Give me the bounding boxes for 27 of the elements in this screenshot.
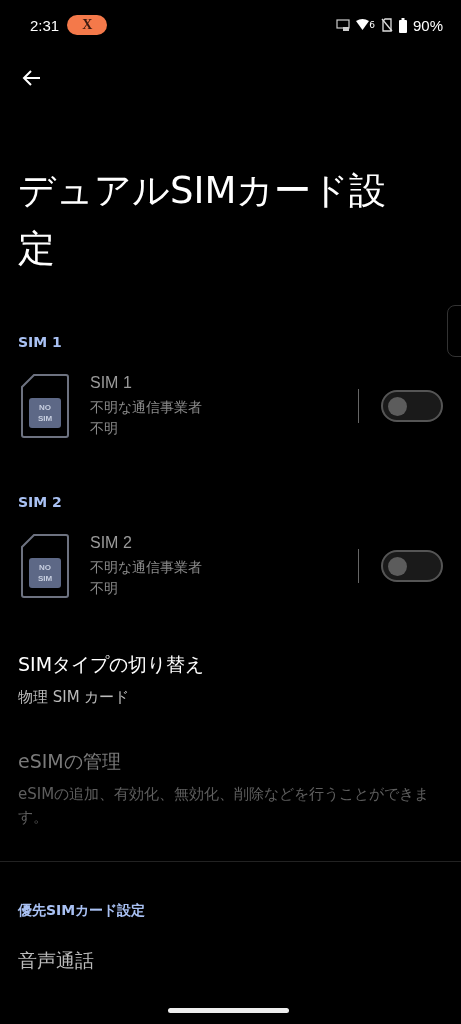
phone-number-label: 不明 <box>90 580 119 598</box>
toggle-switch[interactable] <box>381 550 443 582</box>
section-header: 優先SIMカード設定 <box>18 902 147 920</box>
app-badge[interactable]: X <box>67 15 108 35</box>
sim-card-icon: NO SIM <box>20 533 70 599</box>
battery-percentage: 90% <box>412 16 443 34</box>
setting-title: SIMタイプの切り替え <box>18 652 206 677</box>
phone-number-label: 不明 <box>90 420 119 438</box>
battery-icon <box>398 17 407 33</box>
sim-card-icon: NO SIM <box>20 373 70 439</box>
setting-title: eSIMの管理 <box>18 749 122 774</box>
no-sim-icon <box>380 18 393 32</box>
carrier-label: 不明な通信事業者 <box>90 559 203 577</box>
section-header: SIM 1 <box>18 334 63 350</box>
wifi-icon <box>356 19 370 31</box>
sim-name: SIM 1 <box>90 374 133 392</box>
section-header: SIM 2 <box>18 494 63 510</box>
carrier-label: 不明な通信事業者 <box>90 399 203 417</box>
wifi-generation-label: 6 <box>369 20 375 30</box>
setting-summary: eSIMの追加、有効化、無効化、削除などを行うことができます。 <box>18 784 431 828</box>
setting-title[interactable]: 音声通話 <box>18 948 461 974</box>
setting-summary: 物理 SIM カード <box>18 687 131 708</box>
sim-name: SIM 2 <box>90 534 133 552</box>
toggle-switch[interactable] <box>381 390 443 422</box>
setting-item[interactable]: SIMタイプの切り替え 物理 SIM カード <box>0 652 461 709</box>
clock: 2:31 <box>30 16 60 34</box>
page-title: デュアルSIMカード設定 <box>18 168 388 272</box>
